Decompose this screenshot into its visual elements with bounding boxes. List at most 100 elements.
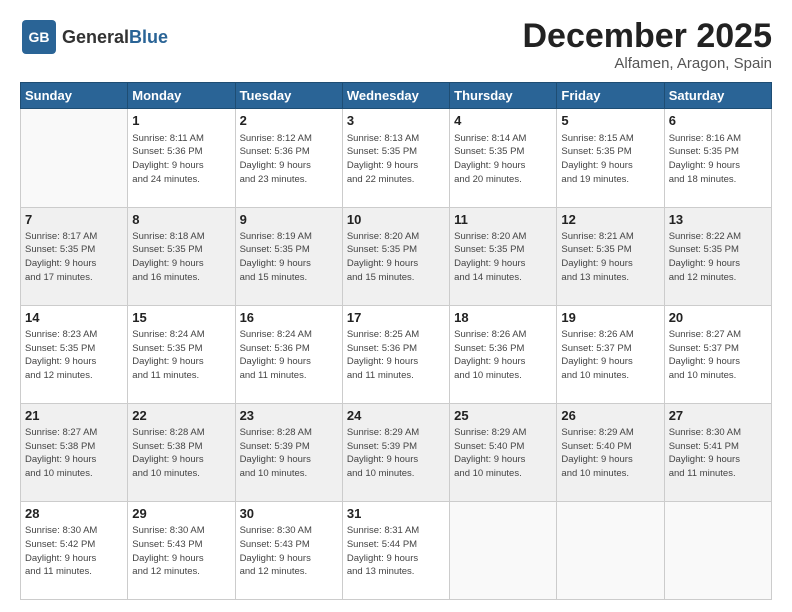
weekday-header-row: SundayMondayTuesdayWednesdayThursdayFrid… (21, 83, 772, 109)
calendar-cell: 7Sunrise: 8:17 AM Sunset: 5:35 PM Daylig… (21, 207, 128, 305)
day-info: Sunrise: 8:24 AM Sunset: 5:36 PM Dayligh… (240, 328, 338, 383)
calendar-cell: 1 Sunrise: 8:11 AM Sunset: 5:36 PM Daylig… (128, 109, 235, 207)
weekday-header-monday: Monday (128, 83, 235, 109)
day-info: Sunrise: 8:18 AM Sunset: 5:35 PM Dayligh… (132, 230, 230, 285)
weekday-header-sunday: Sunday (21, 83, 128, 109)
day-number: 3 (347, 112, 445, 130)
day-info: Sunrise: 8:30 AM Sunset: 5:42 PM Dayligh… (25, 524, 123, 579)
day-number: 12 (561, 211, 659, 229)
day-info: Sunrise: 8:31 AM Sunset: 5:44 PM Dayligh… (347, 524, 445, 579)
day-number: 25 (454, 407, 552, 425)
calendar-cell (664, 501, 771, 599)
day-info: Sunrise: 8:30 AM Sunset: 5:43 PM Dayligh… (240, 524, 338, 579)
calendar-cell: 17Sunrise: 8:25 AM Sunset: 5:36 PM Dayli… (342, 305, 449, 403)
month-title: December 2025 (522, 18, 772, 55)
day-info: Sunrise: 8:17 AM Sunset: 5:35 PM Dayligh… (25, 230, 123, 285)
day-info: Sunrise: 8:30 AM Sunset: 5:43 PM Dayligh… (132, 524, 230, 579)
calendar-cell: 18Sunrise: 8:26 AM Sunset: 5:36 PM Dayli… (450, 305, 557, 403)
day-number: 4 (454, 112, 552, 130)
day-number: 24 (347, 407, 445, 425)
calendar-cell: 9Sunrise: 8:19 AM Sunset: 5:35 PM Daylig… (235, 207, 342, 305)
weekday-header-wednesday: Wednesday (342, 83, 449, 109)
weekday-header-tuesday: Tuesday (235, 83, 342, 109)
day-info: Sunrise: 8:25 AM Sunset: 5:36 PM Dayligh… (347, 328, 445, 383)
calendar-cell: 26Sunrise: 8:29 AM Sunset: 5:40 PM Dayli… (557, 403, 664, 501)
day-info: Sunrise: 8:26 AM Sunset: 5:36 PM Dayligh… (454, 328, 552, 383)
calendar-cell (21, 109, 128, 207)
day-number: 16 (240, 309, 338, 327)
day-info: Sunrise: 8:20 AM Sunset: 5:35 PM Dayligh… (347, 230, 445, 285)
day-info: Sunrise: 8:28 AM Sunset: 5:38 PM Dayligh… (132, 426, 230, 481)
day-info: Sunrise: 8:30 AM Sunset: 5:41 PM Dayligh… (669, 426, 767, 481)
day-info: Sunrise: 8:24 AM Sunset: 5:35 PM Dayligh… (132, 328, 230, 383)
day-number: 5 (561, 112, 659, 130)
calendar-cell: 3 Sunrise: 8:13 AM Sunset: 5:35 PM Daylig… (342, 109, 449, 207)
day-info: Sunrise: 8:27 AM Sunset: 5:37 PM Dayligh… (669, 328, 767, 383)
day-info: Sunrise: 8:14 AM Sunset: 5:35 PM Dayligh… (454, 132, 552, 187)
header: GB GeneralBlue December 2025 Alfamen, Ar… (20, 18, 772, 72)
day-number: 29 (132, 505, 230, 523)
day-info: Sunrise: 8:16 AM Sunset: 5:35 PM Dayligh… (669, 132, 767, 187)
calendar-cell: 4 Sunrise: 8:14 AM Sunset: 5:35 PM Daylig… (450, 109, 557, 207)
day-info: Sunrise: 8:20 AM Sunset: 5:35 PM Dayligh… (454, 230, 552, 285)
day-number: 19 (561, 309, 659, 327)
day-number: 14 (25, 309, 123, 327)
weekday-header-friday: Friday (557, 83, 664, 109)
calendar-cell: 31Sunrise: 8:31 AM Sunset: 5:44 PM Dayli… (342, 501, 449, 599)
calendar-cell: 11Sunrise: 8:20 AM Sunset: 5:35 PM Dayli… (450, 207, 557, 305)
day-number: 2 (240, 112, 338, 130)
day-number: 26 (561, 407, 659, 425)
day-info: Sunrise: 8:19 AM Sunset: 5:35 PM Dayligh… (240, 230, 338, 285)
day-number: 23 (240, 407, 338, 425)
day-number: 8 (132, 211, 230, 229)
day-info: Sunrise: 8:22 AM Sunset: 5:35 PM Dayligh… (669, 230, 767, 285)
week-row-1: 1 Sunrise: 8:11 AM Sunset: 5:36 PM Daylig… (21, 109, 772, 207)
title-block: December 2025 Alfamen, Aragon, Spain (522, 18, 772, 72)
week-row-3: 14Sunrise: 8:23 AM Sunset: 5:35 PM Dayli… (21, 305, 772, 403)
day-number: 22 (132, 407, 230, 425)
calendar-cell: 28Sunrise: 8:30 AM Sunset: 5:42 PM Dayli… (21, 501, 128, 599)
svg-text:GB: GB (29, 29, 50, 45)
day-number: 27 (669, 407, 767, 425)
weekday-header-thursday: Thursday (450, 83, 557, 109)
day-info: Sunrise: 8:21 AM Sunset: 5:35 PM Dayligh… (561, 230, 659, 285)
calendar-cell: 6Sunrise: 8:16 AM Sunset: 5:35 PM Daylig… (664, 109, 771, 207)
calendar-cell: 23Sunrise: 8:28 AM Sunset: 5:39 PM Dayli… (235, 403, 342, 501)
logo-icon: GB (20, 18, 58, 56)
day-info: Sunrise: 8:29 AM Sunset: 5:40 PM Dayligh… (454, 426, 552, 481)
week-row-4: 21Sunrise: 8:27 AM Sunset: 5:38 PM Dayli… (21, 403, 772, 501)
logo-general: GeneralBlue (62, 28, 168, 46)
weekday-header-saturday: Saturday (664, 83, 771, 109)
calendar-table: SundayMondayTuesdayWednesdayThursdayFrid… (20, 82, 772, 600)
calendar-cell: 15Sunrise: 8:24 AM Sunset: 5:35 PM Dayli… (128, 305, 235, 403)
day-number: 9 (240, 211, 338, 229)
day-number: 1 (132, 112, 230, 130)
calendar-cell: 21Sunrise: 8:27 AM Sunset: 5:38 PM Dayli… (21, 403, 128, 501)
calendar-cell: 24Sunrise: 8:29 AM Sunset: 5:39 PM Dayli… (342, 403, 449, 501)
calendar-cell: 25Sunrise: 8:29 AM Sunset: 5:40 PM Dayli… (450, 403, 557, 501)
calendar-cell: 20Sunrise: 8:27 AM Sunset: 5:37 PM Dayli… (664, 305, 771, 403)
day-number: 10 (347, 211, 445, 229)
calendar-cell: 16Sunrise: 8:24 AM Sunset: 5:36 PM Dayli… (235, 305, 342, 403)
calendar-cell: 10Sunrise: 8:20 AM Sunset: 5:35 PM Dayli… (342, 207, 449, 305)
day-number: 21 (25, 407, 123, 425)
day-info: Sunrise: 8:12 AM Sunset: 5:36 PM Dayligh… (240, 132, 338, 187)
day-info: Sunrise: 8:28 AM Sunset: 5:39 PM Dayligh… (240, 426, 338, 481)
calendar-cell: 13Sunrise: 8:22 AM Sunset: 5:35 PM Dayli… (664, 207, 771, 305)
calendar-cell (450, 501, 557, 599)
day-number: 11 (454, 211, 552, 229)
calendar-cell: 14Sunrise: 8:23 AM Sunset: 5:35 PM Dayli… (21, 305, 128, 403)
logo: GB GeneralBlue (20, 18, 168, 56)
day-number: 18 (454, 309, 552, 327)
day-info: Sunrise: 8:13 AM Sunset: 5:35 PM Dayligh… (347, 132, 445, 187)
day-number: 15 (132, 309, 230, 327)
day-info: Sunrise: 8:29 AM Sunset: 5:40 PM Dayligh… (561, 426, 659, 481)
day-number: 31 (347, 505, 445, 523)
location-subtitle: Alfamen, Aragon, Spain (522, 55, 772, 72)
logo-text-block: GeneralBlue (62, 28, 168, 46)
calendar-cell: 5Sunrise: 8:15 AM Sunset: 5:35 PM Daylig… (557, 109, 664, 207)
day-number: 13 (669, 211, 767, 229)
day-info: Sunrise: 8:11 AM Sunset: 5:36 PM Dayligh… (132, 132, 230, 187)
calendar-cell: 8Sunrise: 8:18 AM Sunset: 5:35 PM Daylig… (128, 207, 235, 305)
calendar-cell: 22Sunrise: 8:28 AM Sunset: 5:38 PM Dayli… (128, 403, 235, 501)
